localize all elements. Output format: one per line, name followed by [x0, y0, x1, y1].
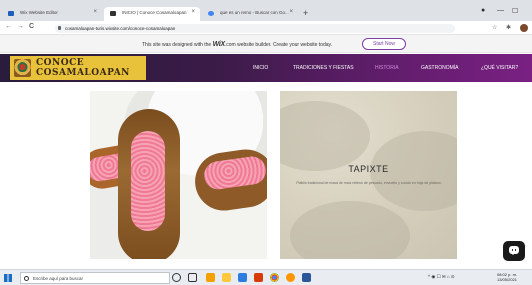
tapixte-card[interactable]: TAPIXTE Platillo tradicional de masa de … — [280, 91, 457, 259]
clock-date: 13/05/2021 — [497, 277, 518, 282]
account-icon[interactable]: ● — [481, 7, 485, 14]
tab-label: INICIO | Conoce Cosamaloapan — [122, 10, 187, 15]
address-bar-row: ← → C cosamaloapan-turis.wixsite.com/con… — [0, 21, 532, 35]
store-icon[interactable] — [238, 273, 247, 282]
site-logo[interactable]: CONOCE COSAMALOAPAN — [10, 56, 146, 80]
new-tab-button[interactable]: + — [303, 8, 308, 18]
wix-banner-prefix: This site was designed with the — [142, 42, 212, 48]
google-favicon-icon — [208, 11, 214, 16]
nav-tradiciones-y-fiestas[interactable]: TRADICIONES Y FIESTAS — [293, 65, 354, 71]
task-view-icon[interactable] — [188, 273, 197, 282]
tab-label: Wix Website Editor — [20, 10, 58, 15]
wix-ad-banner: This site was designed with the WiX.com … — [0, 35, 532, 53]
system-tray-icons[interactable]: ^ ◉ ☐ ✉ ⌂ ⊙ — [428, 274, 455, 280]
back-button[interactable]: ← — [5, 23, 12, 30]
windows-start-icon[interactable] — [4, 274, 12, 282]
card-title: TAPIXTE — [348, 164, 389, 174]
nav-que-visitar[interactable]: ¿QUÉ VISITAR? — [481, 65, 518, 71]
close-tab-icon[interactable]: × — [289, 9, 293, 15]
minimize-button[interactable]: — — [497, 7, 504, 14]
windows-taskbar: Escribe aquí para buscar ^ ◉ ☐ ✉ ⌂ ⊙ 08:… — [0, 269, 532, 285]
wix-banner-suffix: .com website builder. Create your websit… — [224, 42, 333, 48]
search-icon — [24, 276, 29, 281]
firefox-icon[interactable] — [286, 273, 295, 282]
url-input[interactable]: cosamaloapan-turis.wixsite.com/conoce-co… — [55, 24, 455, 33]
reload-button[interactable]: C — [29, 23, 34, 30]
tab-inicio[interactable]: INICIO | Conoce Cosamaloapan × — [104, 7, 200, 21]
tab-google-search[interactable]: que es un remo - Buscar con Go... × — [202, 7, 298, 21]
profile-avatar[interactable] — [520, 24, 528, 32]
chrome-icon[interactable] — [270, 273, 279, 282]
card-description: Platillo tradicional de masa de maíz rel… — [296, 181, 442, 185]
pastry-photo[interactable] — [90, 91, 267, 259]
site-favicon-icon — [110, 11, 116, 16]
wix-logo: WiX — [212, 41, 226, 48]
pastry-center — [118, 109, 180, 259]
taskbar-search-input[interactable]: Escribe aquí para buscar — [20, 272, 170, 284]
taskbar-clock[interactable]: 08:02 p. m. 13/05/2021 — [497, 272, 517, 282]
search-placeholder: Escribe aquí para buscar — [33, 276, 84, 281]
sticky-notes-icon[interactable] — [206, 273, 215, 282]
crest-icon — [14, 59, 31, 77]
screen: Wix Website Editor × INICIO | Conoce Cos… — [0, 0, 532, 285]
maximize-button[interactable]: ☐ — [512, 7, 518, 15]
close-tab-icon[interactable]: × — [93, 9, 97, 15]
office-icon[interactable] — [254, 273, 263, 282]
tab-wix-editor[interactable]: Wix Website Editor × — [2, 7, 102, 21]
bookmark-star-icon[interactable]: ☆ — [492, 24, 497, 31]
browser-tab-bar: Wix Website Editor × INICIO | Conoce Cos… — [0, 0, 532, 21]
nav-gastronomia[interactable]: GASTRONOMÍA — [421, 65, 459, 71]
logo-line2: COSAMALOAPAN — [36, 68, 130, 78]
close-tab-icon[interactable]: × — [191, 9, 195, 15]
tab-label: que es un remo - Buscar con Go... — [220, 10, 289, 15]
chat-button[interactable] — [503, 241, 525, 261]
forward-button[interactable]: → — [17, 23, 24, 30]
start-now-button[interactable]: Start Now — [362, 38, 406, 50]
nav-historia[interactable]: HISTORIA — [375, 65, 399, 71]
cortana-icon[interactable] — [172, 273, 181, 282]
lock-icon — [58, 26, 61, 30]
chat-bubble-icon — [509, 246, 519, 255]
site-header: CONOCE COSAMALOAPAN INICIO TRADICIONES Y… — [0, 54, 532, 82]
wix-favicon-icon — [8, 11, 14, 16]
wix-banner-text: This site was designed with the WiX.com … — [142, 41, 332, 48]
nav-inicio[interactable]: INICIO — [253, 65, 268, 71]
page-content: TAPIXTE Platillo tradicional de masa de … — [0, 82, 532, 267]
word-icon[interactable] — [302, 273, 311, 282]
image-overlay — [280, 91, 457, 259]
logo-line1: CONOCE — [36, 58, 85, 68]
file-explorer-icon[interactable] — [222, 273, 231, 282]
url-text: cosamaloapan-turis.wixsite.com/conoce-co… — [65, 26, 176, 31]
extensions-icon[interactable]: ✱ — [506, 24, 511, 31]
